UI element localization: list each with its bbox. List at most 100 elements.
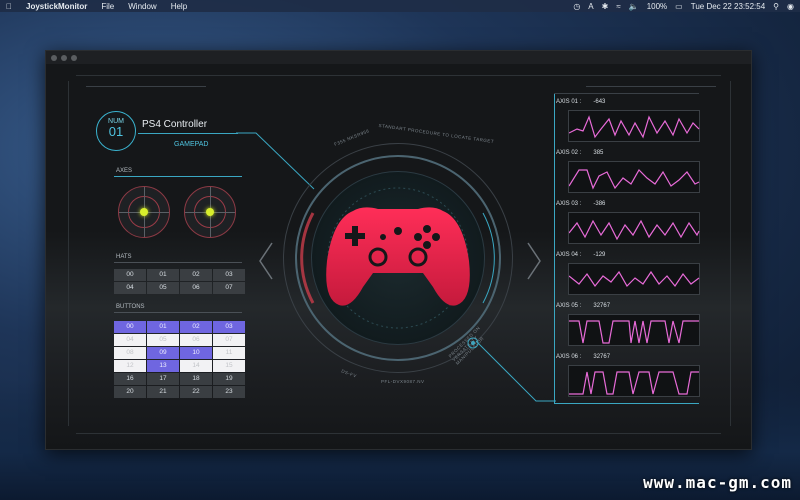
title-bar[interactable] <box>46 51 751 64</box>
button-cell: 16 <box>114 373 146 385</box>
button-cell: 22 <box>180 386 212 398</box>
button-cell: 10 <box>180 347 212 359</box>
zoom-button[interactable] <box>71 55 77 61</box>
frame-line-bottom <box>76 433 721 434</box>
right-stick-indicator <box>184 186 236 238</box>
hat-cell: 01 <box>147 269 179 281</box>
frame-line-top <box>76 75 721 76</box>
button-cell: 01 <box>147 321 179 333</box>
axis-value: 32767 <box>593 354 611 360</box>
battery-percent[interactable]: 100% <box>647 2 667 11</box>
hat-cell: 05 <box>147 282 179 294</box>
clock[interactable]: Tue Dec 22 23:52:54 <box>691 2 765 11</box>
hat-cell: 02 <box>180 269 212 281</box>
axis-graph-row: AXIS 05 : 32767 <box>556 303 704 346</box>
frame-line <box>86 86 206 87</box>
axis-value: 385 <box>593 150 604 156</box>
axis-name: AXIS 04 : <box>556 252 582 258</box>
axis-waveform <box>568 263 700 295</box>
siri-icon[interactable]: ◉ <box>787 2 794 11</box>
axis-value: -386 <box>593 201 606 207</box>
axis-graph-row: AXIS 01 : -643 <box>556 99 704 142</box>
axis-label: AXIS 01 : -643 <box>556 99 704 107</box>
axis-waveform <box>568 212 700 244</box>
axis-graph-row: AXIS 06 : 32767 <box>556 354 704 397</box>
axis-value: -643 <box>593 99 606 105</box>
close-button[interactable] <box>51 55 57 61</box>
axis-graph-row: AXIS 04 : -129 <box>556 252 704 295</box>
button-cell: 05 <box>147 334 179 346</box>
axis-name: AXIS 01 : <box>556 99 582 105</box>
text-input-icon[interactable]: A <box>588 2 593 11</box>
axes-section-title: AXES <box>116 168 133 174</box>
right-stick-dot <box>206 208 214 216</box>
axis-label: AXIS 02 : 385 <box>556 150 704 158</box>
button-cell: 23 <box>213 386 245 398</box>
axis-label: AXIS 03 : -386 <box>556 201 704 209</box>
axis-waveform <box>568 161 700 193</box>
button-cell: 18 <box>180 373 212 385</box>
volume-icon[interactable]: 🔈 <box>629 2 639 11</box>
time-machine-icon[interactable]: ◷ <box>573 2 580 11</box>
device-name: PS4 Controller <box>142 119 208 130</box>
hats-grid: 00 01 02 03 04 05 06 07 <box>114 269 245 294</box>
hat-cell: 00 <box>114 269 146 281</box>
button-cell: 12 <box>114 360 146 372</box>
hat-cell: 03 <box>213 269 245 281</box>
menubar:  JoystickMonitor File Window Help ◷ A ✱… <box>0 0 800 12</box>
button-cell: 00 <box>114 321 146 333</box>
battery-icon[interactable]: ▭ <box>675 2 683 11</box>
frame-line-left <box>68 81 69 426</box>
device-number-badge: NUM 01 <box>96 111 136 151</box>
button-cell: 03 <box>213 321 245 333</box>
wifi-icon[interactable]: ≈ <box>616 2 620 11</box>
axis-label: AXIS 04 : -129 <box>556 252 704 260</box>
button-cell: 17 <box>147 373 179 385</box>
axis-waveform <box>568 365 700 397</box>
search-icon[interactable]: ⚲ <box>773 2 779 11</box>
hat-cell: 04 <box>114 282 146 294</box>
left-stick-dot <box>140 208 148 216</box>
bluetooth-icon[interactable]: ✱ <box>602 2 609 11</box>
button-cell: 14 <box>180 360 212 372</box>
button-cell: 19 <box>213 373 245 385</box>
device-type: GAMEPAD <box>174 141 209 148</box>
button-cell: 07 <box>213 334 245 346</box>
right-panel-border <box>554 403 699 404</box>
axis-name: AXIS 05 : <box>556 303 582 309</box>
axis-value: 32767 <box>593 303 611 309</box>
axis-graph-row: AXIS 02 : 385 <box>556 150 704 193</box>
apple-icon[interactable]:  <box>6 2 12 11</box>
minimize-button[interactable] <box>61 55 67 61</box>
gamepad-icon <box>326 207 470 306</box>
connector-line <box>476 341 556 402</box>
arc-text-top: STANDART PROCEDURE TO LOCATE TARGET <box>378 122 495 145</box>
axis-name: AXIS 02 : <box>556 150 582 156</box>
left-stick-indicator <box>118 186 170 238</box>
menu-help[interactable]: Help <box>171 2 187 11</box>
hats-section-title: HATS <box>116 254 132 260</box>
app-menu[interactable]: JoystickMonitor <box>26 2 87 11</box>
axis-graph-row: AXIS 03 : -386 <box>556 201 704 244</box>
button-cell: 09 <box>147 347 179 359</box>
nav-chevron-left[interactable] <box>256 241 276 281</box>
button-cell: 13 <box>147 360 179 372</box>
button-cell: 11 <box>213 347 245 359</box>
axis-label: AXIS 05 : 32767 <box>556 303 704 311</box>
menu-file[interactable]: File <box>101 2 114 11</box>
axis-waveform <box>568 110 700 142</box>
frame-line-right <box>730 81 731 426</box>
buttons-grid: 00 01 02 03 04 05 06 07 08 09 10 11 12 13 14 15 16 17 18 19… <box>114 321 245 398</box>
button-cell: 15 <box>213 360 245 372</box>
right-panel-border <box>554 93 555 403</box>
right-panel-border <box>554 93 699 94</box>
axis-value: -129 <box>593 252 606 258</box>
divider <box>114 176 242 177</box>
nav-chevron-right[interactable] <box>524 241 544 281</box>
axis-name: AXIS 03 : <box>556 201 582 207</box>
menu-window[interactable]: Window <box>128 2 156 11</box>
button-cell: 08 <box>114 347 146 359</box>
device-number-value: 01 <box>108 124 124 139</box>
app-window: NUM 01 PS4 Controller GAMEPAD AXES HATS … <box>45 50 752 450</box>
button-cell: 04 <box>114 334 146 346</box>
